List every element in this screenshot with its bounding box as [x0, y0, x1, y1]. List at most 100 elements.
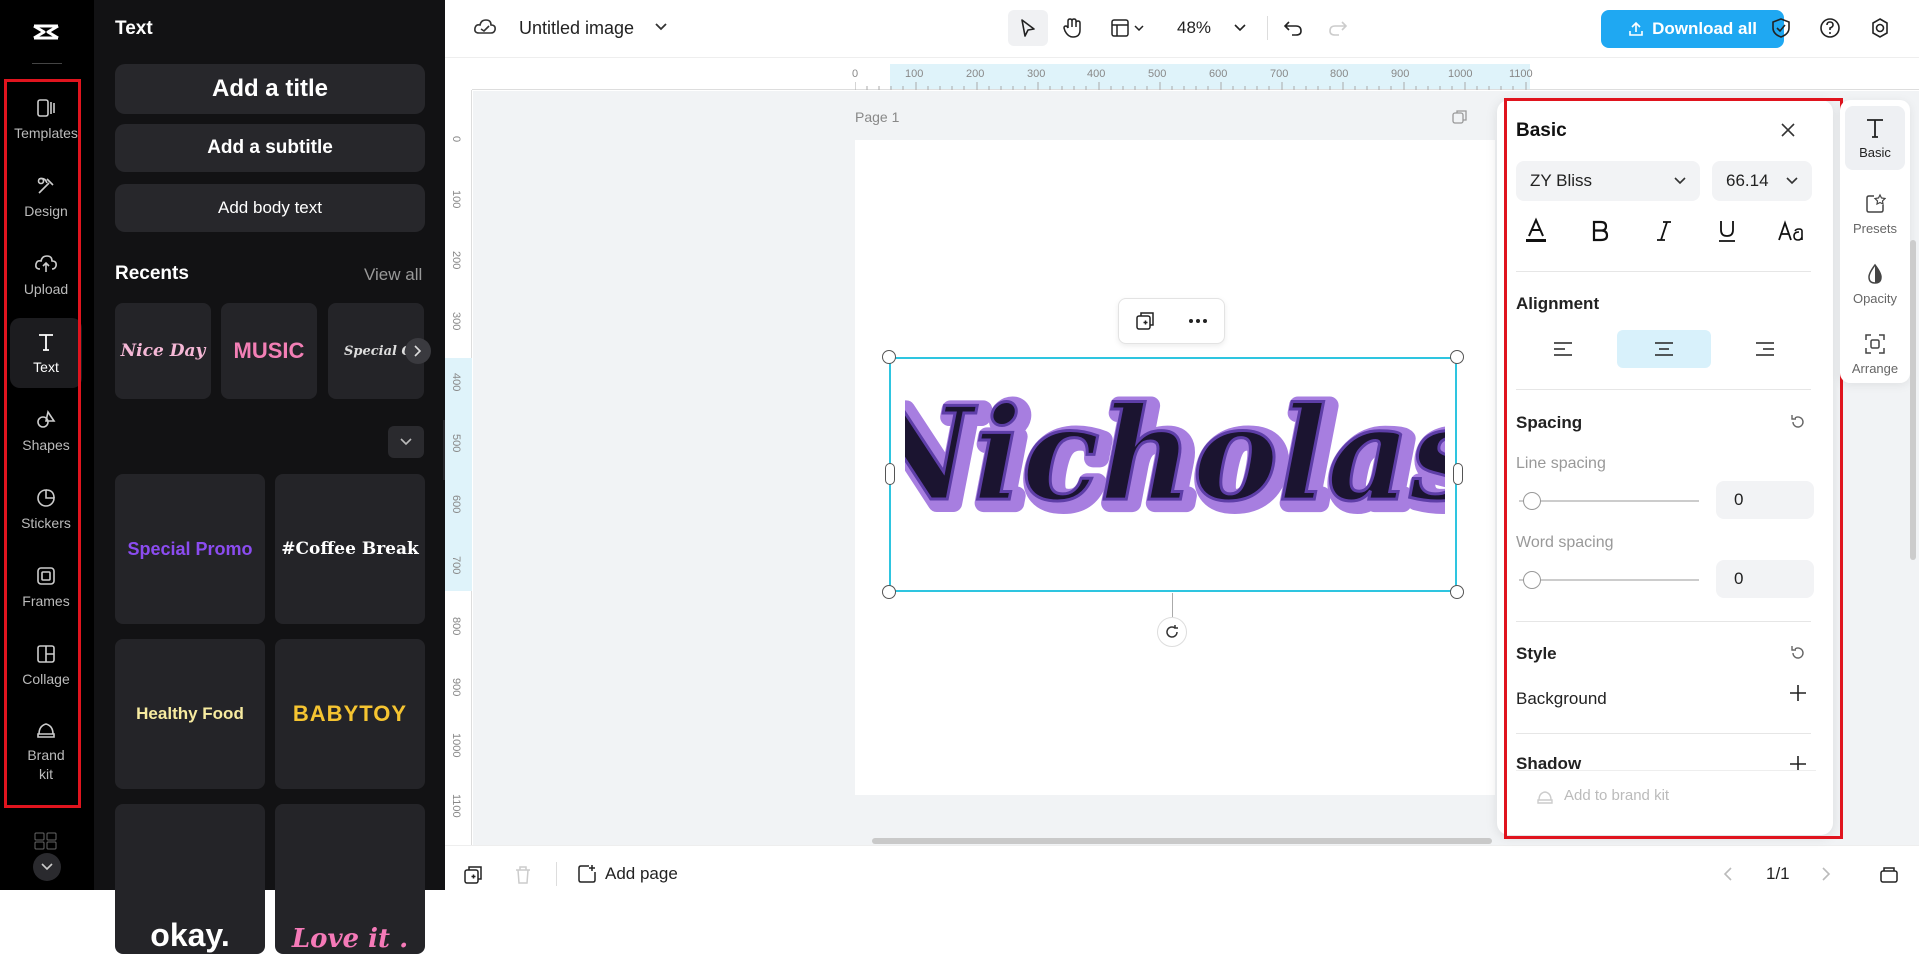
layout-icon: [1111, 19, 1129, 37]
layout-button[interactable]: [1103, 10, 1151, 46]
recent-item[interactable]: Nice Day: [115, 303, 211, 399]
rail-divider: [32, 63, 62, 64]
ruler-tick-label: 300: [1027, 68, 1046, 80]
vertical-scrollbar[interactable]: [1910, 240, 1916, 560]
arrange-icon: [1865, 333, 1885, 354]
ruler-tick-label: 200: [966, 68, 985, 80]
shield-button[interactable]: [1766, 10, 1796, 46]
resize-handle-right[interactable]: [1453, 463, 1463, 485]
ruler-tick-label: 0: [852, 68, 859, 80]
add-title-button[interactable]: Add a title: [115, 64, 425, 114]
rotate-handle[interactable]: [1157, 617, 1187, 647]
ruler-tick-label: 1100: [450, 794, 462, 818]
hand-tool-button[interactable]: [1052, 10, 1092, 46]
chevron-right-icon: [414, 345, 422, 357]
document-title[interactable]: Untitled image: [519, 18, 634, 39]
tab-arrange[interactable]: Arrange: [1845, 322, 1905, 386]
chevron-down-icon: [1134, 25, 1144, 31]
undo-button[interactable]: [1278, 10, 1308, 46]
ruler-tick-label: 1000: [450, 733, 462, 758]
recent-item[interactable]: MUSIC: [221, 303, 317, 399]
add-page-button[interactable]: Add page: [577, 864, 678, 884]
floating-toolbar: [1118, 298, 1225, 344]
duplicate-element-button[interactable]: [1135, 311, 1155, 331]
template-item[interactable]: Healthy Food: [115, 639, 265, 789]
more-horizontal-icon: [1188, 319, 1207, 323]
resize-handle-bottom-left[interactable]: [882, 585, 896, 599]
chevron-right-icon: [1822, 867, 1831, 881]
opacity-icon: [1868, 263, 1882, 284]
rail-expand-button[interactable]: [33, 853, 61, 881]
zoom-level[interactable]: 48%: [1177, 18, 1211, 38]
resize-handle-top-right[interactable]: [1450, 350, 1464, 364]
chevron-down-icon: [1234, 24, 1246, 32]
capcut-logo-icon[interactable]: [26, 12, 66, 52]
prev-page-button[interactable]: [1723, 866, 1733, 882]
ruler-tick-label: 300: [450, 312, 462, 331]
upload-icon: [1629, 21, 1643, 36]
cloud-sync-icon[interactable]: [473, 17, 497, 37]
horizontal-scrollbar[interactable]: [872, 838, 1492, 844]
collapse-button[interactable]: [388, 426, 424, 458]
gear-icon: [1872, 18, 1888, 38]
tab-basic[interactable]: Basic: [1845, 106, 1905, 170]
chevron-down-icon[interactable]: [654, 22, 668, 32]
ruler-tick-label: 500: [1148, 68, 1167, 80]
ruler-tick-label: 800: [450, 617, 462, 636]
template-item[interactable]: #Coffee Break: [275, 474, 425, 624]
ruler-tick-label: 700: [450, 556, 462, 575]
ruler-tick-label: 800: [1330, 68, 1349, 80]
more-options-button[interactable]: [1188, 318, 1208, 324]
selection-box[interactable]: [889, 357, 1457, 592]
help-button[interactable]: [1815, 10, 1845, 46]
chevron-down-icon: [400, 438, 412, 446]
zoom-dropdown[interactable]: [1228, 10, 1252, 46]
presets-icon: [1866, 193, 1886, 213]
duplicate-page-icon[interactable]: [1452, 109, 1468, 125]
toolbar-divider: [1267, 16, 1268, 40]
apps-grid-icon[interactable]: [34, 832, 58, 850]
tab-opacity-label: Opacity: [1852, 290, 1898, 306]
tab-presets[interactable]: Presets: [1845, 182, 1905, 246]
tab-opacity[interactable]: Opacity: [1845, 252, 1905, 316]
ruler-tick-label: 900: [1391, 68, 1410, 80]
duplicate-icon: [1136, 312, 1154, 330]
ruler-tick-label: 100: [450, 190, 462, 209]
download-all-button[interactable]: Download all: [1601, 10, 1784, 48]
settings-button[interactable]: [1865, 10, 1895, 46]
tab-arrange-label: Arrange: [1851, 360, 1899, 376]
add-subtitle-button[interactable]: Add a subtitle: [115, 124, 425, 172]
next-page-button[interactable]: [1821, 866, 1831, 882]
shield-icon: [1772, 18, 1790, 38]
ruler-tick-label: 700: [1270, 68, 1289, 80]
rotate-connector: [1172, 593, 1173, 617]
ruler-tick-label: 0: [450, 136, 462, 143]
template-item[interactable]: okay.: [115, 804, 265, 954]
select-tool-button[interactable]: [1008, 10, 1048, 46]
chevron-left-icon: [1723, 867, 1732, 881]
recents-next-button[interactable]: [405, 338, 431, 364]
resize-handle-left[interactable]: [885, 463, 895, 485]
download-all-label: Download all: [1652, 19, 1757, 38]
highlight-box-right: [1504, 98, 1843, 839]
ruler-tick-label: 400: [1087, 68, 1106, 80]
view-all-link[interactable]: View all: [364, 265, 422, 285]
template-item[interactable]: Love it .: [275, 804, 425, 954]
redo-button[interactable]: [1323, 10, 1353, 46]
ruler-tick-label: 1000: [1448, 68, 1473, 80]
delete-page-button[interactable]: [514, 865, 532, 885]
ruler-tick-label: 900: [450, 678, 462, 697]
page-indicator: 1/1: [1766, 864, 1790, 883]
hand-icon: [1063, 18, 1081, 38]
add-body-text-button[interactable]: Add body text: [115, 184, 425, 232]
template-item[interactable]: BABYTOY: [275, 639, 425, 789]
chevron-down-icon: [41, 863, 53, 871]
pages-panel-button[interactable]: [1879, 864, 1899, 884]
layers-icon: [1880, 867, 1898, 883]
resize-handle-bottom-right[interactable]: [1450, 585, 1464, 599]
resize-handle-top-left[interactable]: [882, 350, 896, 364]
duplicate-page-button[interactable]: [463, 865, 483, 885]
ruler-tick-label: 600: [1209, 68, 1228, 80]
template-item[interactable]: Special Promo: [115, 474, 265, 624]
recents-title: Recents: [115, 263, 189, 284]
